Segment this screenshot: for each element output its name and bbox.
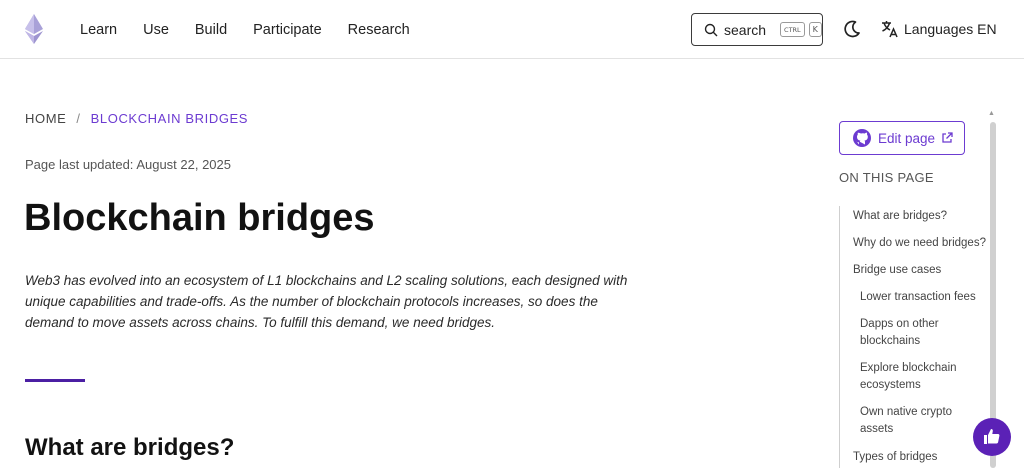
site-header: Learn Use Build Participate Research sea…	[0, 0, 1024, 59]
ctrl-key: CTRL	[780, 22, 805, 37]
external-link-icon	[942, 132, 953, 143]
toc-item-use-cases[interactable]: Bridge use cases	[853, 262, 941, 279]
feedback-button[interactable]	[973, 418, 1011, 456]
toc-item-explore[interactable]: Explore blockchain ecosystems	[860, 360, 980, 394]
ethereum-logo-icon[interactable]	[24, 14, 44, 44]
k-key: K	[808, 22, 822, 37]
on-this-page-heading: ON THIS PAGE	[839, 170, 934, 185]
language-label: Languages EN	[904, 21, 997, 37]
search-button[interactable]: search CTRL K	[691, 13, 823, 46]
intro-paragraph: Web3 has evolved into an ecosystem of L1…	[25, 273, 628, 330]
github-icon	[853, 129, 871, 147]
search-icon	[704, 23, 718, 36]
table-of-contents: What are bridges? Why do we need bridges…	[839, 206, 994, 468]
translate-icon	[882, 21, 898, 38]
toc-item-what-are-bridges[interactable]: What are bridges?	[853, 208, 947, 225]
edit-page-label: Edit page	[878, 130, 936, 146]
toc-item-why-need-bridges[interactable]: Why do we need bridges?	[853, 235, 986, 252]
nav-learn[interactable]: Learn	[80, 22, 117, 38]
section-heading: What are bridges?	[25, 434, 235, 461]
thumbs-icon	[984, 429, 1000, 444]
breadcrumb-home[interactable]: HOME	[25, 111, 66, 126]
section-divider	[25, 379, 85, 382]
moon-icon[interactable]	[842, 19, 862, 39]
breadcrumb: HOME / BLOCKCHAIN BRIDGES	[25, 111, 248, 126]
breadcrumb-separator: /	[76, 111, 81, 126]
scrollbar-thumb[interactable]	[990, 122, 996, 468]
main-nav: Learn Use Build Participate Research	[80, 0, 410, 59]
toc-item-own-assets[interactable]: Own native crypto assets	[860, 404, 970, 438]
toc-item-dapps[interactable]: Dapps on other blockchains	[860, 316, 980, 350]
nav-use[interactable]: Use	[143, 22, 169, 38]
toc-item-lower-fees[interactable]: Lower transaction fees	[860, 289, 976, 306]
scroll-up-arrow-icon[interactable]: ▲	[988, 110, 995, 117]
search-shortcut: CTRL K	[780, 22, 822, 37]
page-title: Blockchain bridges	[24, 197, 375, 239]
breadcrumb-current[interactable]: BLOCKCHAIN BRIDGES	[91, 111, 248, 126]
last-updated: Page last updated: August 22, 2025	[25, 157, 232, 172]
search-label: search	[724, 21, 767, 38]
toc-item-types[interactable]: Types of bridges	[853, 449, 937, 466]
nav-research[interactable]: Research	[348, 22, 410, 38]
edit-page-button[interactable]: Edit page	[839, 121, 965, 155]
language-button[interactable]: Languages EN	[880, 19, 997, 39]
nav-build[interactable]: Build	[195, 22, 227, 38]
nav-participate[interactable]: Participate	[253, 22, 322, 38]
